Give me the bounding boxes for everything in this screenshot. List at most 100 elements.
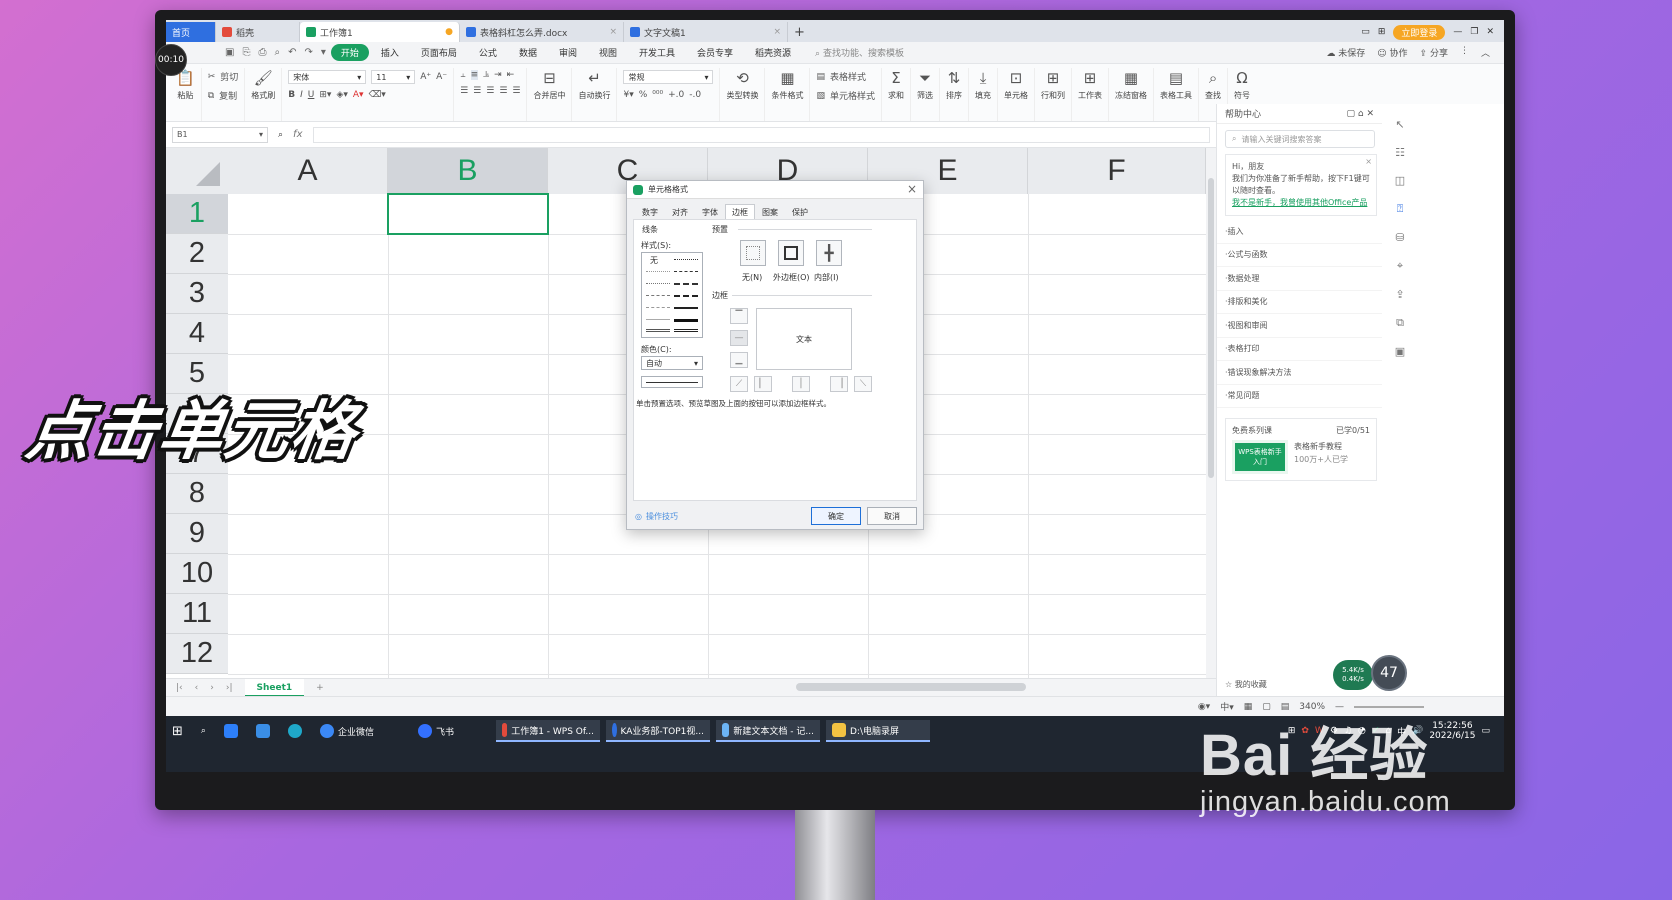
cut-icon[interactable]: ✂ bbox=[208, 72, 216, 82]
tab-font[interactable]: 字体 bbox=[695, 204, 725, 219]
tab-text-doc[interactable]: 文字文稿1 × bbox=[624, 22, 788, 42]
row-header-10[interactable]: 10 bbox=[166, 554, 228, 594]
course-card[interactable]: 免费系列课 已学0/51 WPS表格新手入门 表格新手教程 100万+人已学 bbox=[1225, 418, 1377, 481]
filter-button[interactable]: ⏷ 筛选 bbox=[911, 68, 941, 121]
style-icon[interactable]: ◫ bbox=[1395, 174, 1405, 187]
bold-icon[interactable]: B bbox=[288, 90, 295, 100]
copy-label[interactable]: 复制 bbox=[219, 89, 237, 102]
tab-workbook[interactable]: 工作簿1 ● bbox=[300, 22, 460, 42]
selected-cell-b1[interactable] bbox=[387, 193, 549, 235]
align-top-icon[interactable]: ⫠ bbox=[460, 70, 465, 80]
type-convert-button[interactable]: ⟲ 类型转换 bbox=[720, 68, 766, 121]
table-tools-button[interactable]: ▤ 表格工具 bbox=[1154, 68, 1200, 121]
thousands-icon[interactable]: ⁰⁰⁰ bbox=[652, 90, 663, 100]
collaborate-button[interactable]: ☺ 协作 bbox=[1377, 46, 1407, 59]
border-bottom-button[interactable]: ▁ bbox=[730, 352, 748, 368]
line-style-option[interactable] bbox=[674, 271, 698, 272]
align-middle-icon[interactable]: ≡ bbox=[470, 70, 479, 80]
task-view-button[interactable] bbox=[218, 720, 244, 742]
tab-docer[interactable]: 稻壳 bbox=[216, 22, 300, 42]
formula-input[interactable] bbox=[312, 126, 1210, 143]
menu-formulas[interactable]: 公式 bbox=[469, 44, 507, 61]
first-sheet-icon[interactable]: |‹ bbox=[176, 683, 183, 693]
scroll-thumb[interactable] bbox=[1208, 178, 1214, 478]
menu-docer-resources[interactable]: 稻壳资源 bbox=[745, 44, 801, 61]
window-close-icon[interactable]: ✕ bbox=[1486, 27, 1494, 37]
backup-icon[interactable]: ⛁ bbox=[1395, 231, 1404, 244]
row-header-2[interactable]: 2 bbox=[166, 234, 228, 274]
underline-icon[interactable]: U bbox=[308, 90, 315, 100]
line-style-list[interactable]: 无 bbox=[641, 252, 703, 338]
font-size-select[interactable]: 11 ▾ bbox=[371, 70, 416, 84]
fill-color-icon[interactable]: ◈▾ bbox=[336, 90, 347, 100]
table-style-icon[interactable]: ▤ bbox=[816, 72, 825, 82]
indent-icon[interactable]: ⇥ bbox=[494, 70, 502, 80]
border-middle-button[interactable]: — bbox=[730, 330, 748, 346]
line-style-option[interactable] bbox=[646, 271, 670, 272]
apps-grid-icon[interactable]: ⊞ bbox=[1378, 27, 1386, 37]
print-preview-icon[interactable]: ⌕ bbox=[271, 47, 283, 58]
last-sheet-icon[interactable]: ›| bbox=[226, 683, 233, 693]
preset-none-button[interactable] bbox=[740, 240, 766, 266]
help-item-layout[interactable]: · 排版和美化 bbox=[1217, 291, 1382, 314]
help-item-print[interactable]: · 表格打印 bbox=[1217, 338, 1382, 361]
help-item-formulas[interactable]: · 公式与函数 bbox=[1217, 244, 1382, 267]
location-icon[interactable]: ⌖ bbox=[1397, 259, 1403, 273]
italic-icon[interactable]: I bbox=[300, 90, 303, 100]
align-bottom-icon[interactable]: ⫡ bbox=[483, 70, 489, 80]
cell-style-icon[interactable]: ▧ bbox=[816, 91, 825, 101]
horizontal-scrollbar[interactable] bbox=[796, 683, 1026, 691]
tips-link[interactable]: ◎ 操作技巧 bbox=[635, 511, 678, 522]
layout-icon[interactable]: ▭ bbox=[1361, 27, 1370, 37]
dialog-title-bar[interactable]: 单元格格式 bbox=[627, 181, 923, 199]
prev-sheet-icon[interactable]: ‹ bbox=[195, 683, 199, 693]
taskbar-app-feishu[interactable]: 飞书 bbox=[412, 720, 460, 742]
fill-button[interactable]: ⤓ 填充 bbox=[969, 68, 999, 121]
font-color-icon[interactable]: A▾ bbox=[353, 90, 364, 100]
table-style-label[interactable]: 表格样式 bbox=[830, 70, 866, 83]
line-style-option[interactable] bbox=[674, 329, 698, 332]
border-preview[interactable]: 文本 bbox=[756, 308, 852, 370]
color-select[interactable]: 自动 ▾ bbox=[641, 356, 703, 370]
column-header-f[interactable]: F bbox=[1028, 148, 1206, 194]
export-pdf-icon[interactable]: ⎘ bbox=[239, 47, 253, 58]
redo-icon[interactable]: ↷ bbox=[301, 47, 315, 58]
collapse-ribbon-icon[interactable]: ︿ bbox=[1481, 46, 1490, 59]
column-header-a[interactable]: A bbox=[228, 148, 388, 194]
taskbar-app-ka[interactable]: KA业务部-TOP1视... bbox=[605, 720, 710, 742]
cell-style-label[interactable]: 单元格样式 bbox=[830, 89, 875, 102]
ok-button[interactable]: 确定 bbox=[811, 507, 861, 525]
menu-home[interactable]: 开始 bbox=[330, 44, 369, 61]
properties-icon[interactable]: ☷ bbox=[1395, 146, 1405, 159]
border-diag-up-button[interactable]: ⟋ bbox=[730, 376, 748, 392]
close-icon[interactable]: × bbox=[773, 27, 781, 37]
border-top-button[interactable]: ▔ bbox=[730, 308, 748, 324]
sum-button[interactable]: Σ 求和 bbox=[882, 68, 912, 121]
favorites-button[interactable]: ☆ 我的收藏 bbox=[1225, 679, 1267, 690]
taskbar-app-edge[interactable] bbox=[282, 720, 308, 742]
align-center-icon[interactable]: ☰ bbox=[473, 86, 481, 96]
border-vertical-button[interactable]: │ bbox=[792, 376, 810, 392]
taskbar-app-folder[interactable]: D:\电脑录屏 bbox=[825, 720, 930, 742]
close-icon[interactable]: × bbox=[609, 27, 617, 37]
menu-review[interactable]: 审阅 bbox=[549, 44, 587, 61]
help-title[interactable]: 帮助中心 bbox=[1225, 107, 1261, 120]
minimize-icon[interactable]: — bbox=[1453, 27, 1462, 37]
more-icon[interactable]: ⋮ bbox=[1460, 46, 1469, 59]
borders-icon[interactable]: ⊞▾ bbox=[319, 90, 331, 100]
next-sheet-icon[interactable]: › bbox=[210, 683, 214, 693]
chat-icon[interactable]: ▢ bbox=[1347, 109, 1358, 119]
font-grow-icon[interactable]: A⁺ bbox=[420, 72, 431, 82]
taskbar-app-wecom[interactable]: 企业微信 bbox=[314, 720, 380, 742]
clear-icon[interactable]: ⌫▾ bbox=[369, 90, 386, 100]
unsaved-button[interactable]: ☁ 未保存 bbox=[1326, 46, 1365, 59]
name-box[interactable]: B1 ▾ bbox=[172, 126, 268, 143]
help-item-errors[interactable]: · 错误现象解决方法 bbox=[1217, 361, 1382, 385]
share-button[interactable]: ⇪ 分享 bbox=[1420, 46, 1448, 59]
merge-center-button[interactable]: ⊟ 合并居中 bbox=[527, 68, 573, 121]
login-button[interactable]: 立即登录 bbox=[1393, 24, 1446, 40]
sort-button[interactable]: ⇅ 排序 bbox=[940, 68, 970, 121]
fx-icon[interactable]: fx bbox=[293, 129, 302, 140]
border-diag-down-button[interactable]: ⟍ bbox=[854, 376, 872, 392]
help-item-view[interactable]: · 视图和审阅 bbox=[1217, 314, 1382, 338]
